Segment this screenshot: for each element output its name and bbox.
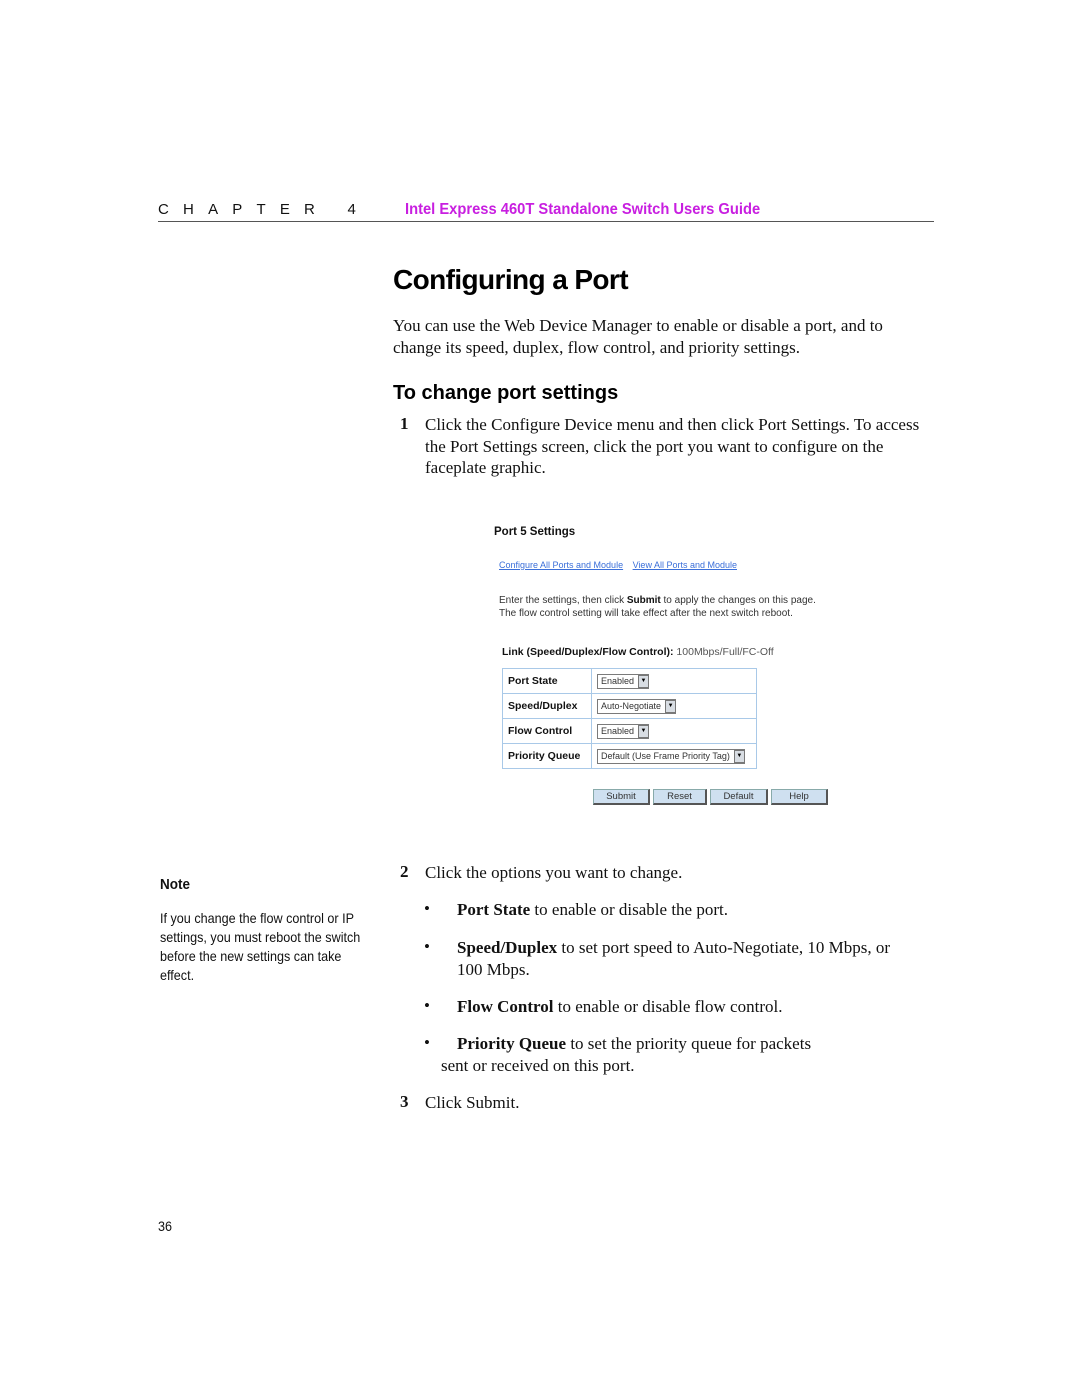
step-text: Click Submit. — [425, 1093, 520, 1112]
chapter-header: CHAPTER 4 Intel Express 460T Standalone … — [158, 200, 934, 222]
step-text: Click the options you want to change. — [425, 863, 683, 882]
step-number: 2 — [400, 862, 409, 881]
bullet-item: Speed/Duplex to set port speed to Auto-N… — [457, 937, 897, 980]
note-title: Note — [160, 876, 191, 893]
form-buttons: Submit Reset Default Help — [593, 789, 828, 805]
chevron-down-icon[interactable]: ▼ — [638, 674, 650, 688]
configure-all-ports-link[interactable]: Configure All Ports and Module — [499, 560, 623, 570]
bullet-icon: • — [424, 899, 430, 918]
bullet-term: Speed/Duplex — [457, 938, 558, 957]
select-value: Enabled — [601, 726, 635, 736]
select-value: Default (Use Frame Priority Tag) — [601, 751, 730, 761]
chevron-down-icon[interactable]: ▼ — [733, 749, 745, 763]
table-row: Port State Enabled ▼ — [502, 668, 757, 694]
port-state-select[interactable]: Enabled ▼ — [597, 673, 650, 689]
chapter-label: CHAPTER 4 — [158, 201, 370, 218]
step-text: Click the Configure Device menu and then… — [425, 415, 920, 477]
bullet-term: Flow Control — [457, 997, 554, 1016]
submit-button[interactable]: Submit — [593, 789, 650, 805]
step-number: 3 — [400, 1092, 409, 1111]
step-number: 1 — [400, 414, 409, 433]
bullet-icon: • — [424, 1033, 430, 1052]
guide-title: Intel Express 460T Standalone Switch Use… — [405, 201, 761, 218]
bullet-icon: • — [424, 937, 430, 956]
intro-paragraph: You can use the Web Device Manager to en… — [393, 316, 883, 357]
default-button[interactable]: Default — [710, 789, 768, 805]
reset-button[interactable]: Reset — [653, 789, 707, 805]
view-all-ports-link[interactable]: View All Ports and Module — [633, 560, 737, 570]
page-title: Configuring a Port — [393, 264, 629, 295]
priority-queue-cell: Default (Use Frame Priority Tag) ▼ — [591, 743, 757, 769]
help-button[interactable]: Help — [771, 789, 828, 805]
port-settings-title: Port 5 Settings — [494, 526, 576, 538]
bullet-term: Port State — [457, 900, 531, 919]
speed-duplex-select[interactable]: Auto-Negotiate ▼ — [597, 698, 677, 714]
desc-text: Enter the settings, then click — [499, 595, 627, 606]
link-status: Link (Speed/Duplex/Flow Control): 100Mbp… — [502, 646, 774, 658]
port-settings-links: Configure All Ports and Module View All … — [499, 560, 744, 570]
bullet-icon: • — [424, 996, 430, 1015]
bullet-item: Port State to enable or disable the port… — [457, 899, 897, 921]
section-heading: To change port settings — [393, 382, 619, 404]
bullet-text: to enable or disable flow control. — [553, 997, 783, 1016]
priority-queue-select[interactable]: Default (Use Frame Priority Tag) ▼ — [597, 748, 745, 764]
bullet-text: to enable or disable the port. — [530, 900, 728, 919]
flow-control-select[interactable]: Enabled ▼ — [597, 723, 650, 739]
table-row: Speed/Duplex Auto-Negotiate ▼ — [502, 693, 757, 719]
port-state-cell: Enabled ▼ — [591, 668, 757, 694]
page-number: 36 — [158, 1218, 173, 1234]
priority-queue-label: Priority Queue — [502, 743, 592, 769]
flow-control-cell: Enabled ▼ — [591, 718, 757, 744]
table-row: Flow Control Enabled ▼ — [502, 718, 757, 744]
port-settings-table: Port State Enabled ▼ Speed/Duplex Auto-Ne… — [502, 668, 757, 769]
bullet-item: Priority Queue to set the priority queue… — [441, 1033, 841, 1076]
note-body: If you change the flow control or IP set… — [160, 910, 361, 983]
select-value: Enabled — [601, 676, 635, 686]
link-status-label: Link (Speed/Duplex/Flow Control): — [502, 646, 674, 658]
port-state-label: Port State — [502, 668, 592, 694]
table-row: Priority Queue Default (Use Frame Priori… — [502, 743, 757, 769]
port-settings-description: Enter the settings, then click Submit to… — [499, 594, 829, 620]
chevron-down-icon[interactable]: ▼ — [665, 699, 677, 713]
bullet-term: Priority Queue — [457, 1034, 567, 1053]
select-value: Auto-Negotiate — [601, 701, 662, 711]
flow-control-label: Flow Control — [502, 718, 592, 744]
chevron-down-icon[interactable]: ▼ — [638, 724, 650, 738]
speed-duplex-label: Speed/Duplex — [502, 693, 592, 719]
link-status-value: 100Mbps/Full/FC-Off — [676, 646, 774, 658]
bullet-item: Flow Control to enable or disable flow c… — [457, 996, 897, 1018]
desc-bold: Submit — [626, 595, 661, 606]
speed-duplex-cell: Auto-Negotiate ▼ — [591, 693, 757, 719]
